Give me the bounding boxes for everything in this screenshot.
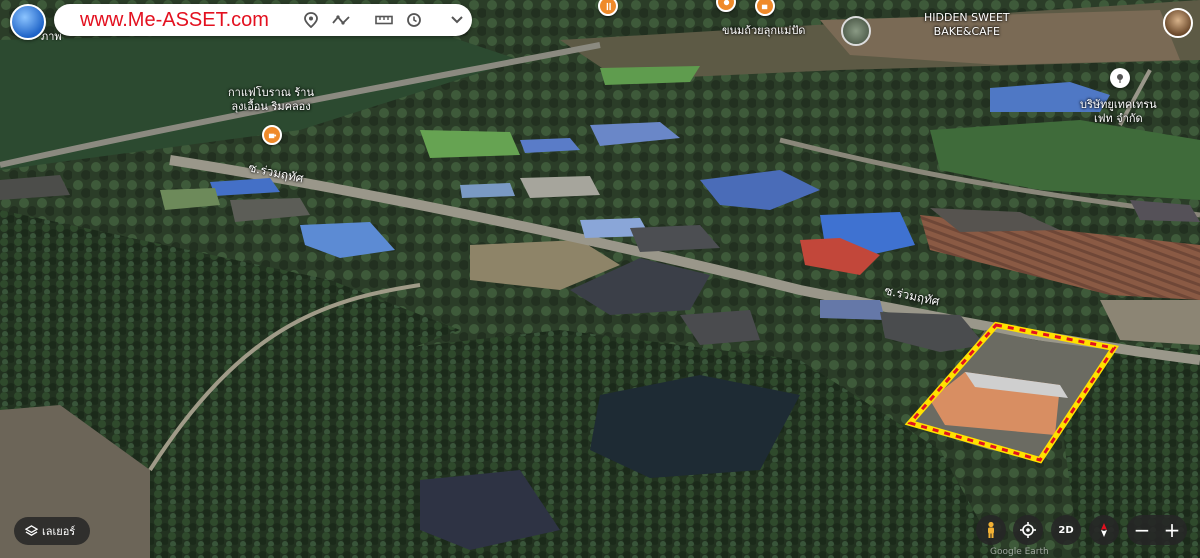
place-coffee-line1: กาแฟโบราณ ร้าน [228, 86, 314, 99]
compass-icon[interactable] [1089, 515, 1119, 545]
field-green [420, 130, 520, 158]
satellite-map[interactable] [0, 0, 1200, 558]
building-blue-9 [820, 300, 885, 320]
brand-watermark: www.Me-ASSET.com [80, 8, 269, 31]
place-coffee[interactable]: กาแฟโบราณ ร้าน ลุงเอื้อน ริมคลอง [228, 86, 314, 114]
pegman-icon[interactable] [976, 515, 1006, 545]
zoom-out-button[interactable]: − [1127, 515, 1157, 545]
place-khanom[interactable]: ขนมถ้วยลุกแม่ปัด [722, 24, 805, 38]
avatar[interactable] [1163, 8, 1193, 38]
map-attribution: Google Earth [990, 547, 1049, 557]
place-company[interactable]: บริษัทยูเทคเทรน เฟท จำกัด [1080, 98, 1157, 126]
place-khanom-line1: ขนมถ้วยลุกแม่ปัด [722, 24, 806, 37]
place-hidden-sweet-line1: HIDDEN SWEET [924, 11, 1010, 24]
building-grey-2 [520, 176, 600, 198]
ruler-icon[interactable] [370, 5, 400, 35]
place-hidden-sweet-line2: BAKE&CAFE [933, 25, 1000, 38]
place-coffee-line2: ลุงเอื้อน ริมคลอง [231, 100, 311, 113]
layers-icon [20, 524, 42, 538]
coffee-cup-icon[interactable] [262, 125, 282, 145]
place-hidden-sweet[interactable]: HIDDEN SWEET BAKE&CAFE [924, 11, 1010, 39]
building-blue-10 [460, 183, 515, 198]
zoom-control: − + [1127, 515, 1187, 545]
top-toolbar: www.Me-ASSET.com [54, 4, 472, 36]
history-icon[interactable] [399, 5, 429, 35]
layers-button[interactable]: เลเยอร์ [14, 517, 90, 545]
photo-thumbnail[interactable] [841, 16, 871, 46]
location-pin-icon[interactable] [297, 5, 327, 35]
field-green-2 [600, 66, 700, 85]
path-icon[interactable] [326, 5, 356, 35]
place-company-line2: เฟท จำกัด [1093, 112, 1143, 125]
toggle-2d-button[interactable]: 2D [1051, 515, 1081, 545]
location-marker-icon[interactable] [1110, 68, 1130, 88]
zoom-in-button[interactable]: + [1157, 515, 1187, 545]
chevron-down-icon[interactable] [442, 5, 472, 35]
place-company-line1: บริษัทยูเทคเทรน [1080, 98, 1157, 111]
layers-label: เลเยอร์ [42, 525, 76, 538]
my-location-icon[interactable] [1013, 515, 1043, 545]
